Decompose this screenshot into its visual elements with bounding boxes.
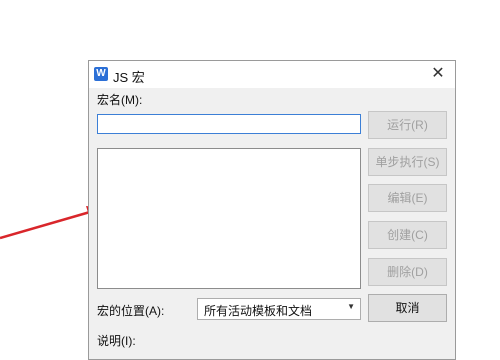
delete-button[interactable]: 删除(D) <box>368 258 447 286</box>
dialog-title: JS 宏 <box>113 70 145 85</box>
edit-button[interactable]: 编辑(E) <box>368 184 447 212</box>
create-button[interactable]: 创建(C) <box>368 221 447 249</box>
macro-list[interactable] <box>97 148 361 289</box>
macro-name-label: 宏名(M): <box>97 93 143 107</box>
wps-app-icon: W <box>94 67 108 81</box>
js-macro-dialog: W JS 宏 ✕ 宏名(M): 运行(R) 单步执行(S) 编辑(E) 创建(C… <box>88 60 456 360</box>
cancel-button[interactable]: 取消 <box>368 294 447 322</box>
macro-location-value: 所有活动模板和文档 <box>204 304 313 318</box>
chevron-down-icon: ▼ <box>347 302 355 311</box>
macro-location-label: 宏的位置(A): <box>97 304 165 318</box>
macro-location-select[interactable]: 所有活动模板和文档 ▼ <box>197 298 361 320</box>
close-icon[interactable]: ✕ <box>427 64 449 84</box>
description-label: 说明(I): <box>97 334 136 348</box>
macro-name-input[interactable] <box>97 114 361 134</box>
title-bar: W JS 宏 ✕ <box>89 61 455 88</box>
step-run-button[interactable]: 单步执行(S) <box>368 148 447 176</box>
run-button[interactable]: 运行(R) <box>368 111 447 139</box>
